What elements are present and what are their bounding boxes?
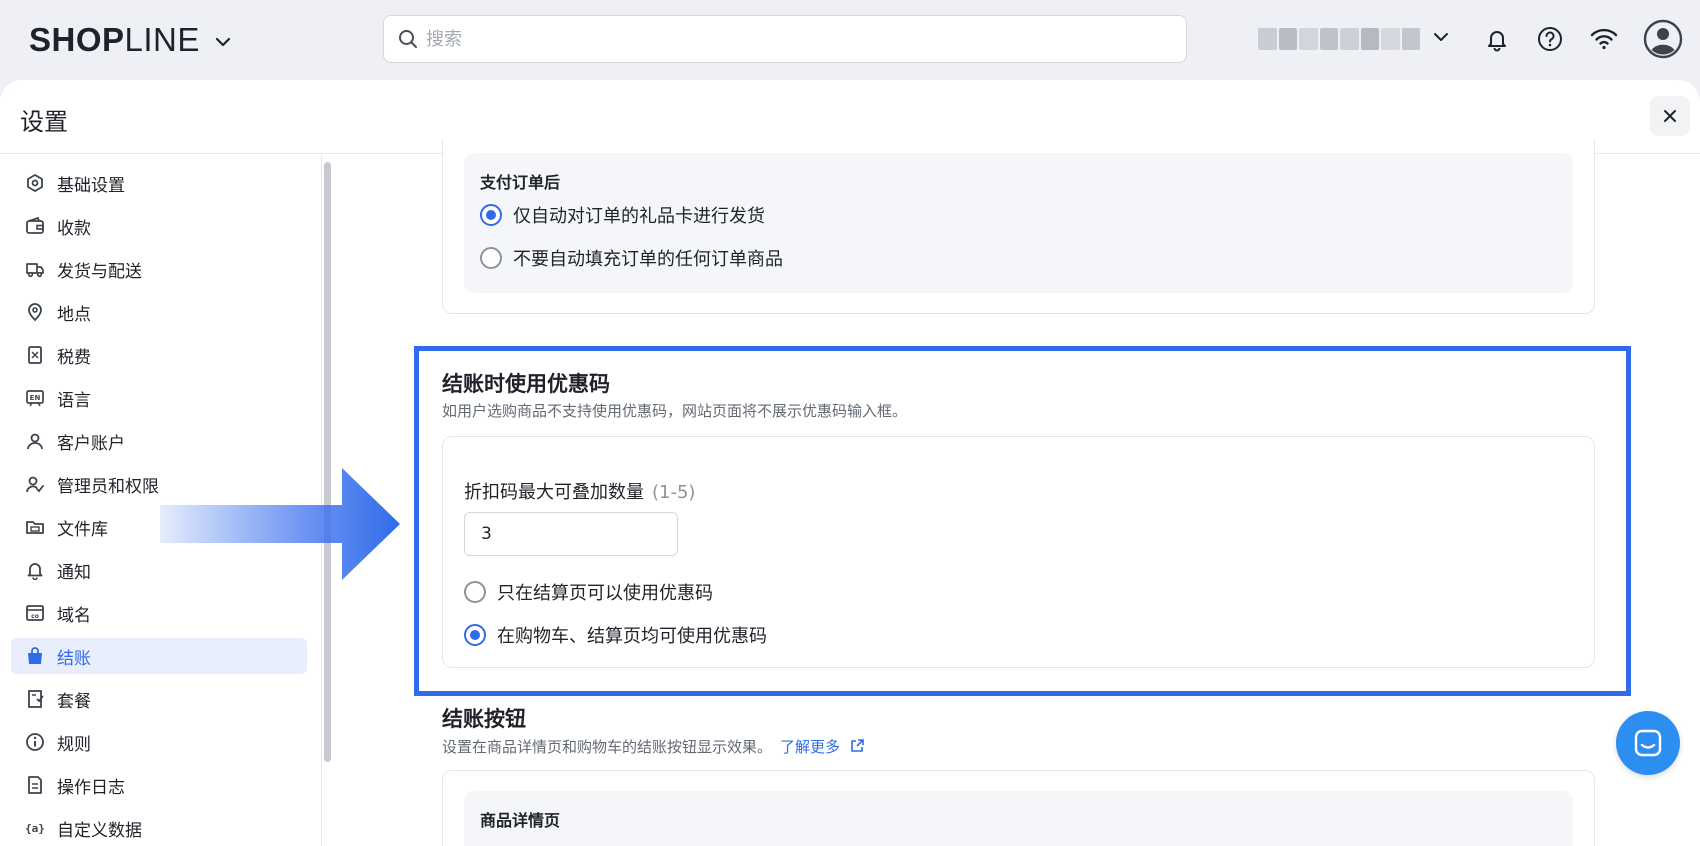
- sidebar-item-label: 客户账户: [57, 433, 125, 454]
- search-box[interactable]: [383, 15, 1187, 63]
- sidebar-item-label: 操作日志: [57, 777, 125, 798]
- sidebar-item-label: 收款: [57, 218, 91, 239]
- language-icon: EN: [25, 388, 45, 408]
- radio-button[interactable]: [480, 247, 502, 269]
- checkout-button-section-desc: 设置在商品详情页和购物车的结账按钮显示效果。 了解更多: [442, 736, 865, 757]
- wallet-icon: [25, 216, 45, 236]
- fulfillment-option-none[interactable]: 不要自动填充订单的任何订单商品: [480, 245, 783, 271]
- sidebar-item-label: 结账: [57, 648, 91, 669]
- sidebar-item-payments[interactable]: 收款: [11, 208, 307, 244]
- sidebar-item-label: 域名: [57, 605, 91, 626]
- sidebar-item-languages[interactable]: EN 语言: [11, 380, 307, 416]
- sidebar-item-label: 自定义数据: [57, 820, 142, 841]
- sidebar-item-custom-data[interactable]: {a} 自定义数据: [11, 810, 307, 846]
- sidebar-item-locations[interactable]: 地点: [11, 294, 307, 330]
- highlight-box: [414, 346, 1631, 696]
- sidebar-item-basic-settings[interactable]: 基础设置: [11, 165, 307, 201]
- settings-hex-icon: [25, 173, 45, 193]
- sidebar-item-label: 基础设置: [57, 175, 125, 196]
- chevron-down-icon[interactable]: [1432, 30, 1450, 44]
- close-icon: [1664, 110, 1676, 122]
- sidebar-item-label: 通知: [57, 562, 91, 583]
- checkout-button-section-title: 结账按钮: [442, 707, 526, 731]
- user-permission-icon: [25, 474, 45, 494]
- truck-icon: [25, 259, 45, 279]
- checkout-button-card: 商品详情页: [442, 770, 1595, 846]
- sidebar-item-label: 套餐: [57, 691, 91, 712]
- shopping-bag-icon: [25, 646, 45, 666]
- avatar-icon[interactable]: [1643, 19, 1683, 59]
- sidebar-item-taxes[interactable]: 税费: [11, 337, 307, 373]
- help-icon[interactable]: [1535, 24, 1565, 54]
- sidebar-item-customer-accounts[interactable]: 客户账户: [11, 423, 307, 459]
- top-bar: SHOPLINE: [0, 0, 1700, 80]
- svg-text:EN: EN: [30, 394, 41, 402]
- chevron-down-icon[interactable]: [214, 36, 232, 48]
- sidebar-item-label: 税费: [57, 347, 91, 368]
- radio-label: 不要自动填充订单的任何订单商品: [513, 249, 783, 270]
- external-link-icon: [851, 739, 864, 752]
- bell-icon[interactable]: [1482, 24, 1512, 54]
- sidebar-item-plans[interactable]: 套餐: [11, 681, 307, 717]
- product-detail-inner: 商品详情页: [464, 791, 1573, 846]
- sidebar-item-shipping[interactable]: 发货与配送: [11, 251, 307, 287]
- learn-more-link[interactable]: 了解更多: [780, 738, 865, 756]
- pointer-arrow-graphic: [160, 468, 400, 580]
- settings-panel: 设置 基础设置 收款 发货与配送 地点 税费 EN 语言 客户账户 管理员和权限…: [0, 80, 1700, 846]
- svg-text:{a}: {a}: [25, 822, 45, 835]
- chat-icon: [1634, 729, 1662, 757]
- sidebar-item-checkout[interactable]: 结账: [11, 638, 307, 674]
- sidebar-item-label: 语言: [57, 390, 91, 411]
- bell-icon: [25, 560, 45, 580]
- close-button[interactable]: [1650, 96, 1690, 136]
- domain-icon: co: [25, 603, 45, 623]
- sidebar-item-rules[interactable]: 规则: [11, 724, 307, 760]
- plan-icon: [25, 689, 45, 709]
- log-icon: [25, 775, 45, 795]
- tax-receipt-icon: [25, 345, 45, 365]
- sidebar-item-label: 地点: [57, 304, 91, 325]
- radio-label: 仅自动对订单的礼品卡进行发货: [513, 206, 765, 227]
- shopline-logo[interactable]: SHOPLINE: [29, 21, 232, 59]
- fulfillment-subtitle: 支付订单后: [480, 173, 561, 192]
- svg-text:co: co: [31, 613, 39, 620]
- sidebar-item-activity-log[interactable]: 操作日志: [11, 767, 307, 803]
- location-pin-icon: [25, 302, 45, 322]
- product-detail-subtitle: 商品详情页: [480, 811, 561, 830]
- radio-button[interactable]: [480, 204, 502, 226]
- search-input[interactable]: [426, 28, 1126, 50]
- fulfillment-inner: 支付订单后 仅自动对订单的礼品卡进行发货 不要自动填充订单的任何订单商品: [464, 153, 1573, 293]
- folder-icon: [25, 517, 45, 537]
- wifi-icon[interactable]: [1589, 24, 1619, 54]
- user-icon: [25, 431, 45, 451]
- sidebar-item-domains[interactable]: co 域名: [11, 595, 307, 631]
- sidebar-item-label: 规则: [57, 734, 91, 755]
- fulfillment-option-gift-card[interactable]: 仅自动对订单的礼品卡进行发货: [480, 202, 765, 228]
- sidebar-item-label: 文件库: [57, 519, 108, 540]
- sidebar-item-label: 发货与配送: [57, 261, 142, 282]
- search-icon: [399, 30, 417, 48]
- sidebar-item-label: 管理员和权限: [57, 476, 159, 497]
- page-title: 设置: [20, 108, 68, 136]
- info-icon: [25, 732, 45, 752]
- logo-text: SHOPLINE: [29, 21, 200, 58]
- custom-data-icon: {a}: [25, 818, 45, 838]
- sidebar-scrollbar[interactable]: [324, 162, 331, 762]
- chat-support-button[interactable]: [1616, 711, 1680, 775]
- fulfillment-card: 支付订单后 仅自动对订单的礼品卡进行发货 不要自动填充订单的任何订单商品: [442, 140, 1595, 314]
- store-name-blurred[interactable]: [1258, 28, 1420, 50]
